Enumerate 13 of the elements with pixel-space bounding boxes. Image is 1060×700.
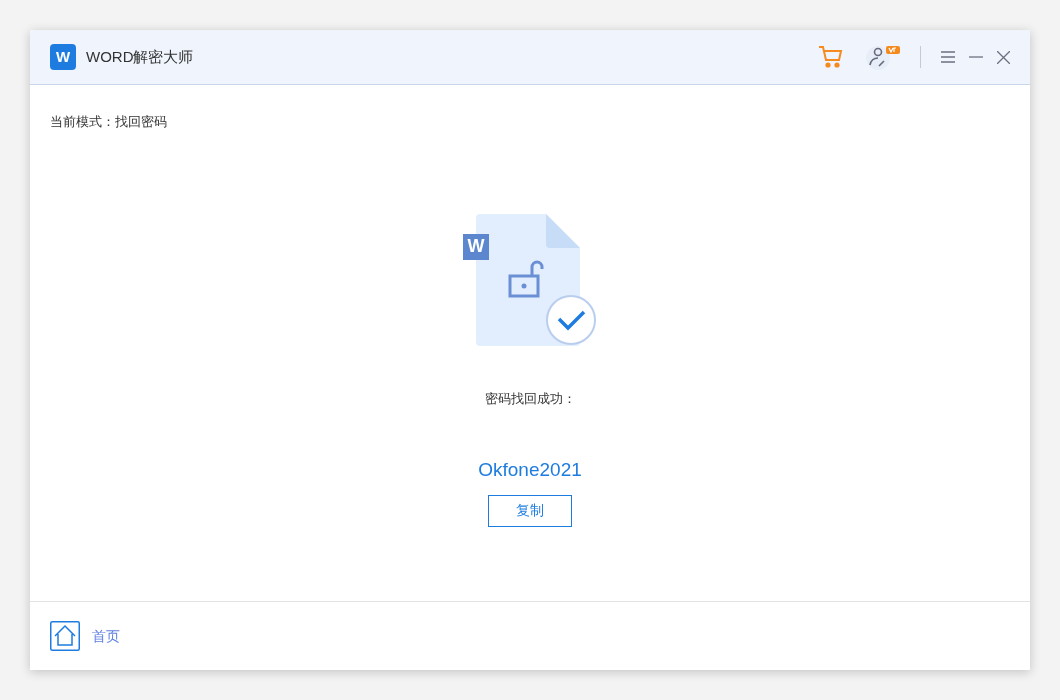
home-button[interactable]: 首页 bbox=[50, 621, 120, 651]
success-message: 密码找回成功： bbox=[484, 389, 576, 408]
word-badge: W bbox=[463, 233, 489, 260]
recovered-password: Okfone2021 bbox=[478, 458, 582, 482]
app-logo: W bbox=[50, 44, 76, 70]
close-icon[interactable] bbox=[997, 50, 1010, 64]
cart-icon[interactable] bbox=[818, 44, 844, 70]
window-title: WORD解密大师 bbox=[86, 46, 194, 67]
home-icon bbox=[50, 621, 80, 651]
user-icon[interactable] bbox=[866, 44, 902, 70]
mode-label: 当前模式：找回密码 bbox=[50, 113, 167, 131]
menu-icon[interactable] bbox=[941, 51, 955, 63]
copy-button[interactable]: 复制 bbox=[488, 494, 572, 527]
